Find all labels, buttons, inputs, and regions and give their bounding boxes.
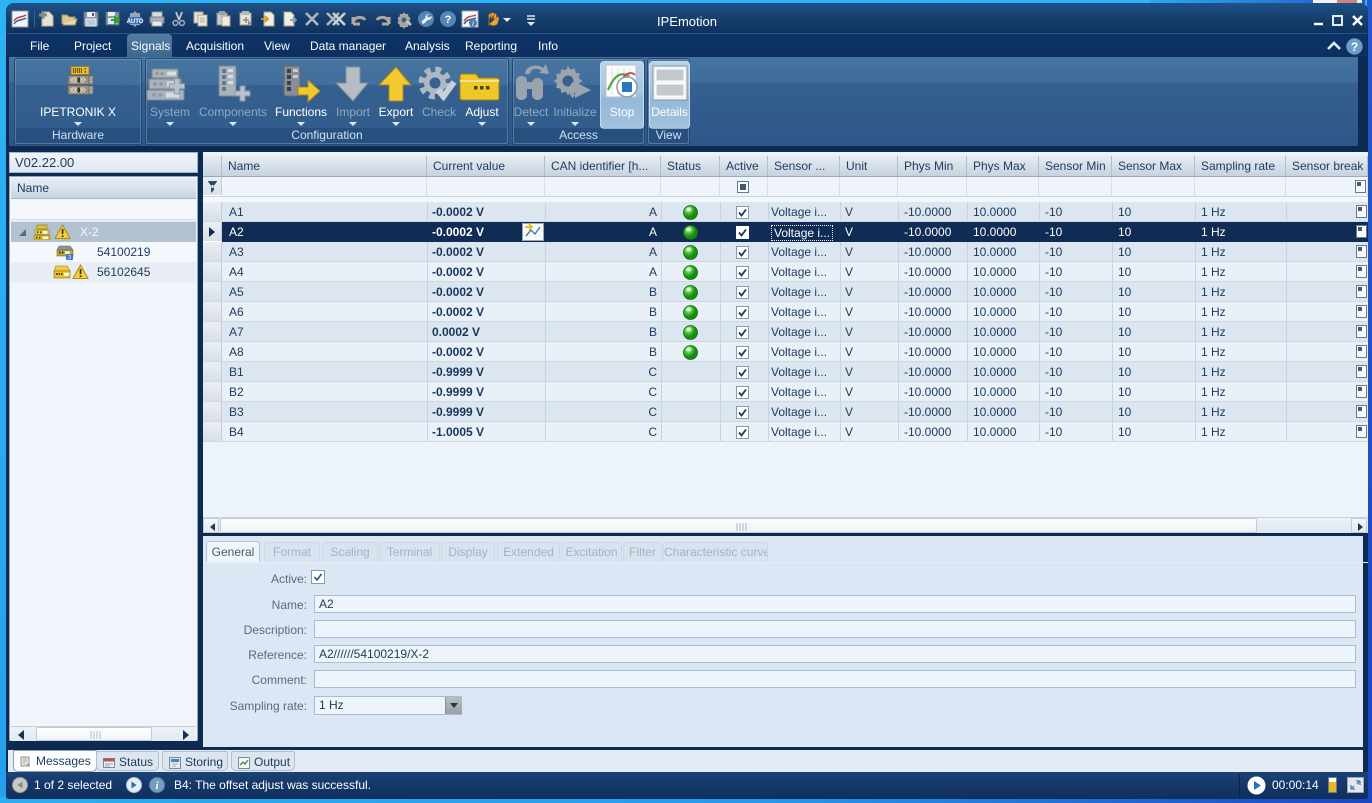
svg-text:3: 3 bbox=[68, 255, 71, 260]
svg-text:?: ? bbox=[1351, 40, 1358, 54]
